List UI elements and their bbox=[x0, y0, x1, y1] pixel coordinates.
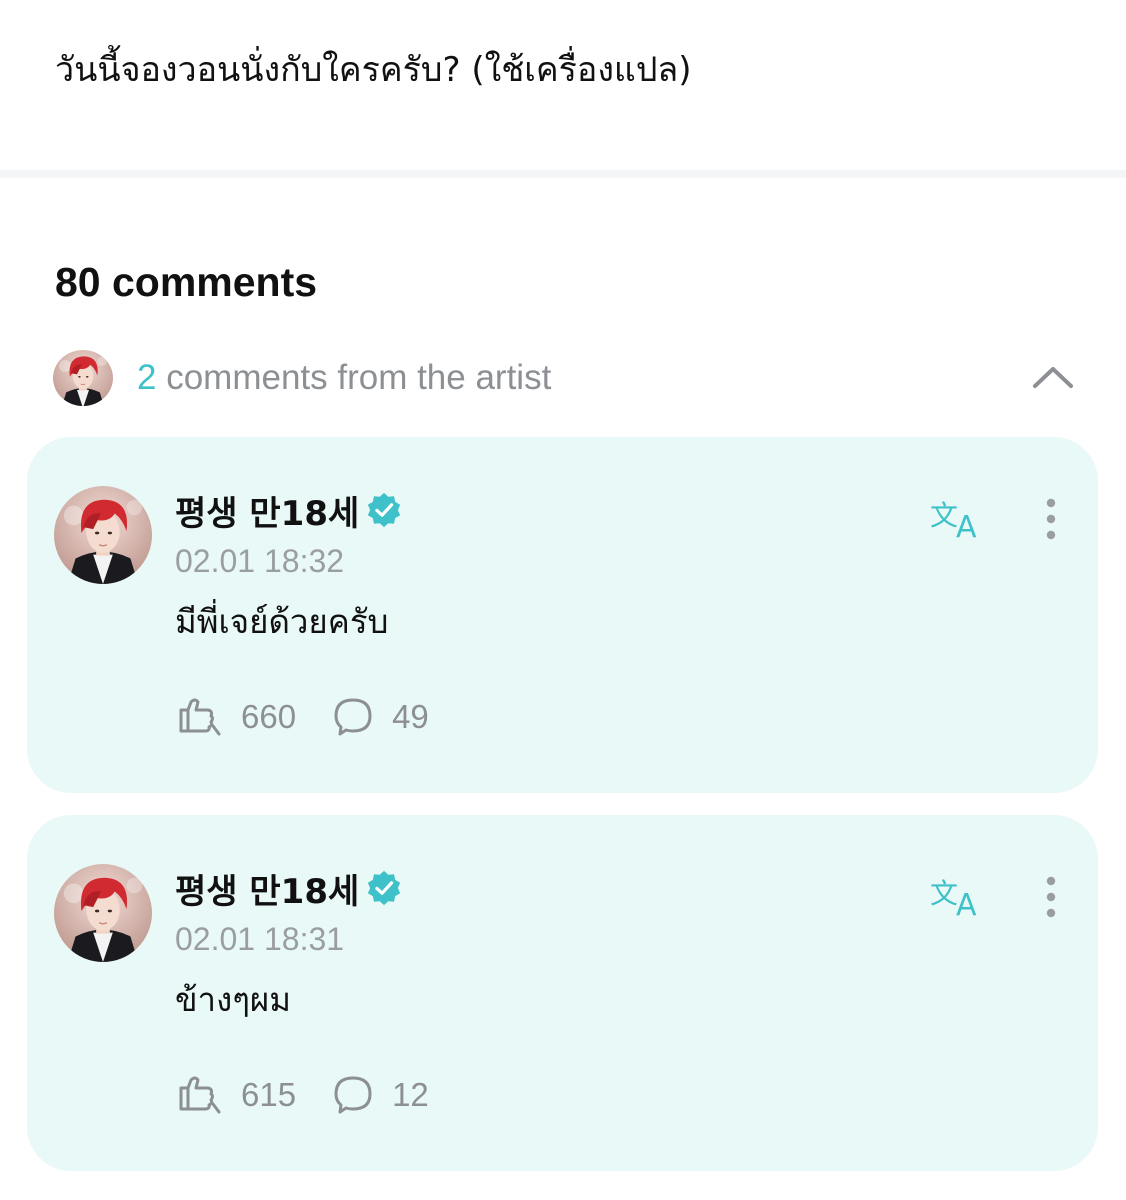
comment-stats: 615 12 bbox=[175, 1073, 429, 1117]
author-name[interactable]: 평생 만18세 bbox=[175, 864, 359, 913]
reply-button[interactable]: 49 bbox=[332, 696, 429, 738]
svg-text:文: 文 bbox=[930, 499, 958, 532]
like-icon bbox=[179, 698, 221, 736]
author-name[interactable]: 평생 만18세 bbox=[175, 486, 359, 535]
reply-count: 49 bbox=[392, 698, 429, 735]
comment-timestamp: 02.01 18:32 bbox=[175, 543, 345, 579]
comment-bubble-icon bbox=[334, 1076, 372, 1114]
avatar[interactable] bbox=[54, 486, 152, 584]
svg-text:文: 文 bbox=[930, 877, 958, 910]
post-text: วันนี้จองวอนนั่งกับใครครับ? (ใช้เครื่องแ… bbox=[55, 50, 692, 90]
reply-count: 12 bbox=[392, 1076, 429, 1113]
comments-count-heading: 80 comments bbox=[55, 259, 318, 305]
comment-author-row: 평생 만18세 bbox=[175, 864, 403, 913]
translate-icon[interactable]: 文 A bbox=[930, 495, 992, 541]
like-icon bbox=[179, 1076, 221, 1114]
post-comments-page: วันนี้จองวอนนั่งกับใครครับ? (ใช้เครื่องแ… bbox=[0, 0, 1126, 1200]
svg-text:A: A bbox=[956, 888, 977, 919]
section-divider bbox=[0, 170, 1126, 178]
artist-comment-card: 평생 만18세 02.01 18:31 ข้างๆผม 615 12 文 A bbox=[27, 815, 1098, 1171]
more-options-icon[interactable] bbox=[1035, 875, 1067, 921]
comment-author-row: 평생 만18세 bbox=[175, 486, 403, 535]
artist-avatar bbox=[53, 350, 113, 406]
comment-timestamp: 02.01 18:31 bbox=[175, 921, 345, 957]
artist-comments-text: comments from the artist bbox=[166, 358, 552, 397]
verified-badge-icon bbox=[368, 492, 401, 528]
svg-text:A: A bbox=[956, 510, 977, 541]
artist-comments-count: 2 bbox=[137, 358, 157, 397]
more-options-icon[interactable] bbox=[1035, 497, 1067, 543]
reply-button[interactable]: 12 bbox=[332, 1074, 429, 1116]
like-button[interactable]: 660 bbox=[175, 696, 296, 738]
artist-comments-label: 2 comments from the artist bbox=[137, 356, 551, 400]
artist-comments-toggle[interactable]: 2 comments from the artist bbox=[53, 348, 1083, 408]
comment-text: ข้างๆผม bbox=[175, 980, 292, 1019]
like-count: 615 bbox=[241, 1076, 297, 1113]
translate-icon[interactable]: 文 A bbox=[930, 873, 992, 919]
comment-stats: 660 49 bbox=[175, 695, 429, 739]
verified-badge-icon bbox=[368, 870, 401, 906]
chevron-up-icon[interactable] bbox=[1031, 356, 1075, 400]
comment-bubble-icon bbox=[334, 698, 372, 736]
like-count: 660 bbox=[241, 698, 297, 735]
like-button[interactable]: 615 bbox=[175, 1074, 296, 1116]
artist-comment-card: 평생 만18세 02.01 18:32 มีพี่เจย์ด้วยครับ 66… bbox=[27, 437, 1098, 793]
avatar[interactable] bbox=[54, 864, 152, 962]
comment-text: มีพี่เจย์ด้วยครับ bbox=[175, 602, 389, 641]
